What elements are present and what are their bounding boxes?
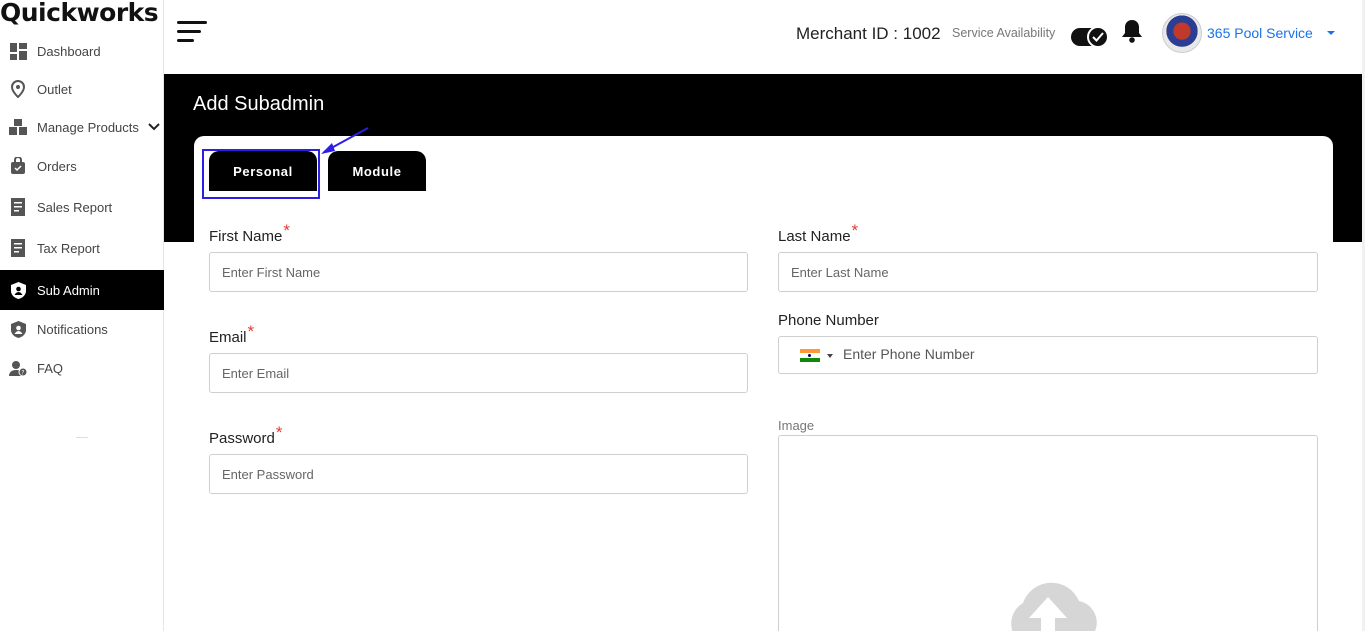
image-label: Image bbox=[778, 418, 815, 433]
phone-number-label: Phone Number bbox=[778, 312, 879, 329]
sidebar-item-label: Notifications bbox=[37, 321, 108, 337]
required-asterisk: * bbox=[275, 423, 283, 442]
page-title: Add Subadmin bbox=[193, 93, 325, 115]
dashboard-icon bbox=[9, 42, 27, 60]
sidebar-item-label: Sub Admin bbox=[37, 282, 100, 298]
report-icon bbox=[9, 198, 27, 216]
last-name-label: Last Name* bbox=[778, 221, 859, 245]
shield-user-icon bbox=[9, 281, 27, 299]
divider bbox=[76, 437, 88, 438]
sidebar-item-notifications[interactable]: Notifications bbox=[0, 309, 164, 349]
caret-down-icon[interactable] bbox=[1327, 31, 1335, 35]
app-logo[interactable]: Quickworks bbox=[0, 0, 159, 27]
sidebar: Quickworks Dashboard Outlet Manage Produ… bbox=[0, 0, 164, 631]
required-asterisk: * bbox=[283, 221, 290, 240]
top-bar: Merchant ID : 1002 Service Availability … bbox=[164, 0, 1365, 74]
service-availability-label: Service Availability bbox=[952, 26, 1056, 40]
sidebar-item-orders[interactable]: Orders bbox=[0, 146, 164, 186]
email-input[interactable] bbox=[209, 353, 748, 393]
phone-number-input[interactable] bbox=[843, 346, 1243, 362]
bell-icon[interactable] bbox=[1121, 18, 1143, 49]
faq-user-icon: ? bbox=[9, 359, 27, 377]
sidebar-item-label: Tax Report bbox=[37, 240, 100, 256]
sidebar-item-outlet[interactable]: Outlet bbox=[0, 69, 164, 109]
phone-number-field bbox=[778, 336, 1318, 374]
india-flag-icon[interactable] bbox=[800, 349, 820, 362]
shopping-bag-icon bbox=[9, 157, 27, 175]
tab-module[interactable]: Module bbox=[328, 151, 426, 191]
highlight-box bbox=[202, 149, 320, 199]
service-availability-toggle[interactable] bbox=[1071, 26, 1109, 48]
password-label: Password* bbox=[209, 423, 283, 447]
required-asterisk: * bbox=[851, 221, 859, 240]
sidebar-item-sub-admin[interactable]: Sub Admin bbox=[0, 270, 164, 310]
merchant-id: Merchant ID : 1002 bbox=[796, 24, 941, 43]
boxes-icon bbox=[9, 118, 27, 136]
sidebar-item-label: Dashboard bbox=[37, 43, 101, 59]
sidebar-item-dashboard[interactable]: Dashboard bbox=[0, 31, 164, 71]
caret-down-icon[interactable] bbox=[827, 354, 833, 358]
email-label: Email* bbox=[209, 322, 255, 346]
sidebar-item-label: Sales Report bbox=[37, 199, 113, 215]
sidebar-item-label: Orders bbox=[37, 158, 77, 174]
chevron-down-icon[interactable] bbox=[148, 119, 160, 134]
sidebar-item-faq[interactable]: ? FAQ bbox=[0, 348, 164, 388]
user-name[interactable]: 365 Pool Service bbox=[1207, 25, 1313, 41]
sidebar-item-manage-products[interactable]: Manage Products bbox=[0, 107, 164, 147]
shield-user-icon bbox=[9, 320, 27, 338]
last-name-input[interactable] bbox=[778, 252, 1318, 292]
sidebar-item-label: Outlet bbox=[37, 81, 72, 97]
location-pin-icon bbox=[9, 80, 27, 98]
annotation-arrow-icon bbox=[321, 127, 369, 154]
sidebar-item-tax-report[interactable]: Tax Report bbox=[0, 228, 164, 268]
svg-text:?: ? bbox=[21, 370, 24, 377]
sidebar-item-label: FAQ bbox=[37, 360, 64, 376]
image-upload-dropzone[interactable] bbox=[778, 435, 1318, 631]
required-asterisk: * bbox=[247, 322, 255, 341]
report-icon bbox=[9, 239, 27, 257]
checkmark-icon bbox=[1087, 26, 1109, 48]
first-name-input[interactable] bbox=[209, 252, 748, 292]
sidebar-item-sales-report[interactable]: Sales Report bbox=[0, 187, 164, 227]
menu-toggle-icon[interactable] bbox=[177, 21, 209, 45]
password-input[interactable] bbox=[209, 454, 748, 494]
first-name-label: First Name* bbox=[209, 221, 290, 245]
avatar[interactable] bbox=[1162, 13, 1202, 53]
sidebar-item-label: Manage Products bbox=[37, 119, 139, 135]
cloud-upload-icon bbox=[1011, 582, 1097, 631]
